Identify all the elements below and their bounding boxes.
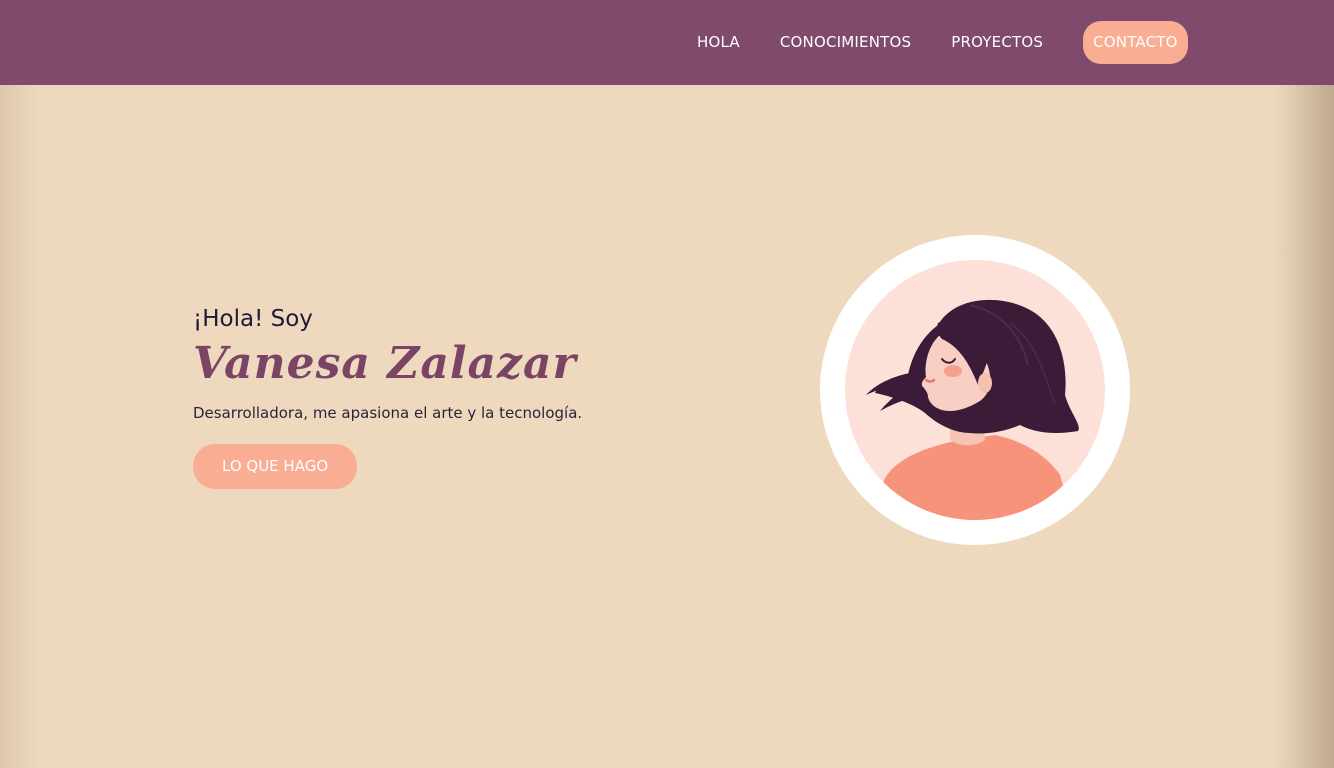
lo-que-hago-button[interactable]: LO QUE HAGO — [193, 444, 358, 489]
hero-greeting: ¡Hola! Soy — [193, 306, 313, 332]
nav-link-proyectos[interactable]: PROYECTOS — [931, 21, 1063, 64]
nav-contact-button[interactable]: CONTACTO — [1083, 21, 1188, 64]
nav-link-conocimientos[interactable]: CONOCIMIENTOS — [760, 21, 931, 64]
hero-section: ¡Hola! Soy Vanesa Zalazar Desarrolladora… — [193, 302, 673, 489]
nav-link-hola[interactable]: HOLA — [677, 21, 760, 64]
woman-portrait-illustration-icon — [820, 235, 1130, 545]
hero-tagline: Desarrolladora, me apasiona el arte y la… — [193, 404, 583, 422]
avatar — [820, 235, 1130, 545]
top-navbar: HOLA CONOCIMIENTOS PROYECTOS CONTACTO — [0, 0, 1334, 85]
main-nav: HOLA CONOCIMIENTOS PROYECTOS CONTACTO — [677, 21, 1188, 64]
hero-name: Vanesa Zalazar — [193, 338, 577, 389]
edge-shade-left — [0, 85, 40, 768]
edge-shade-right — [1274, 85, 1334, 768]
